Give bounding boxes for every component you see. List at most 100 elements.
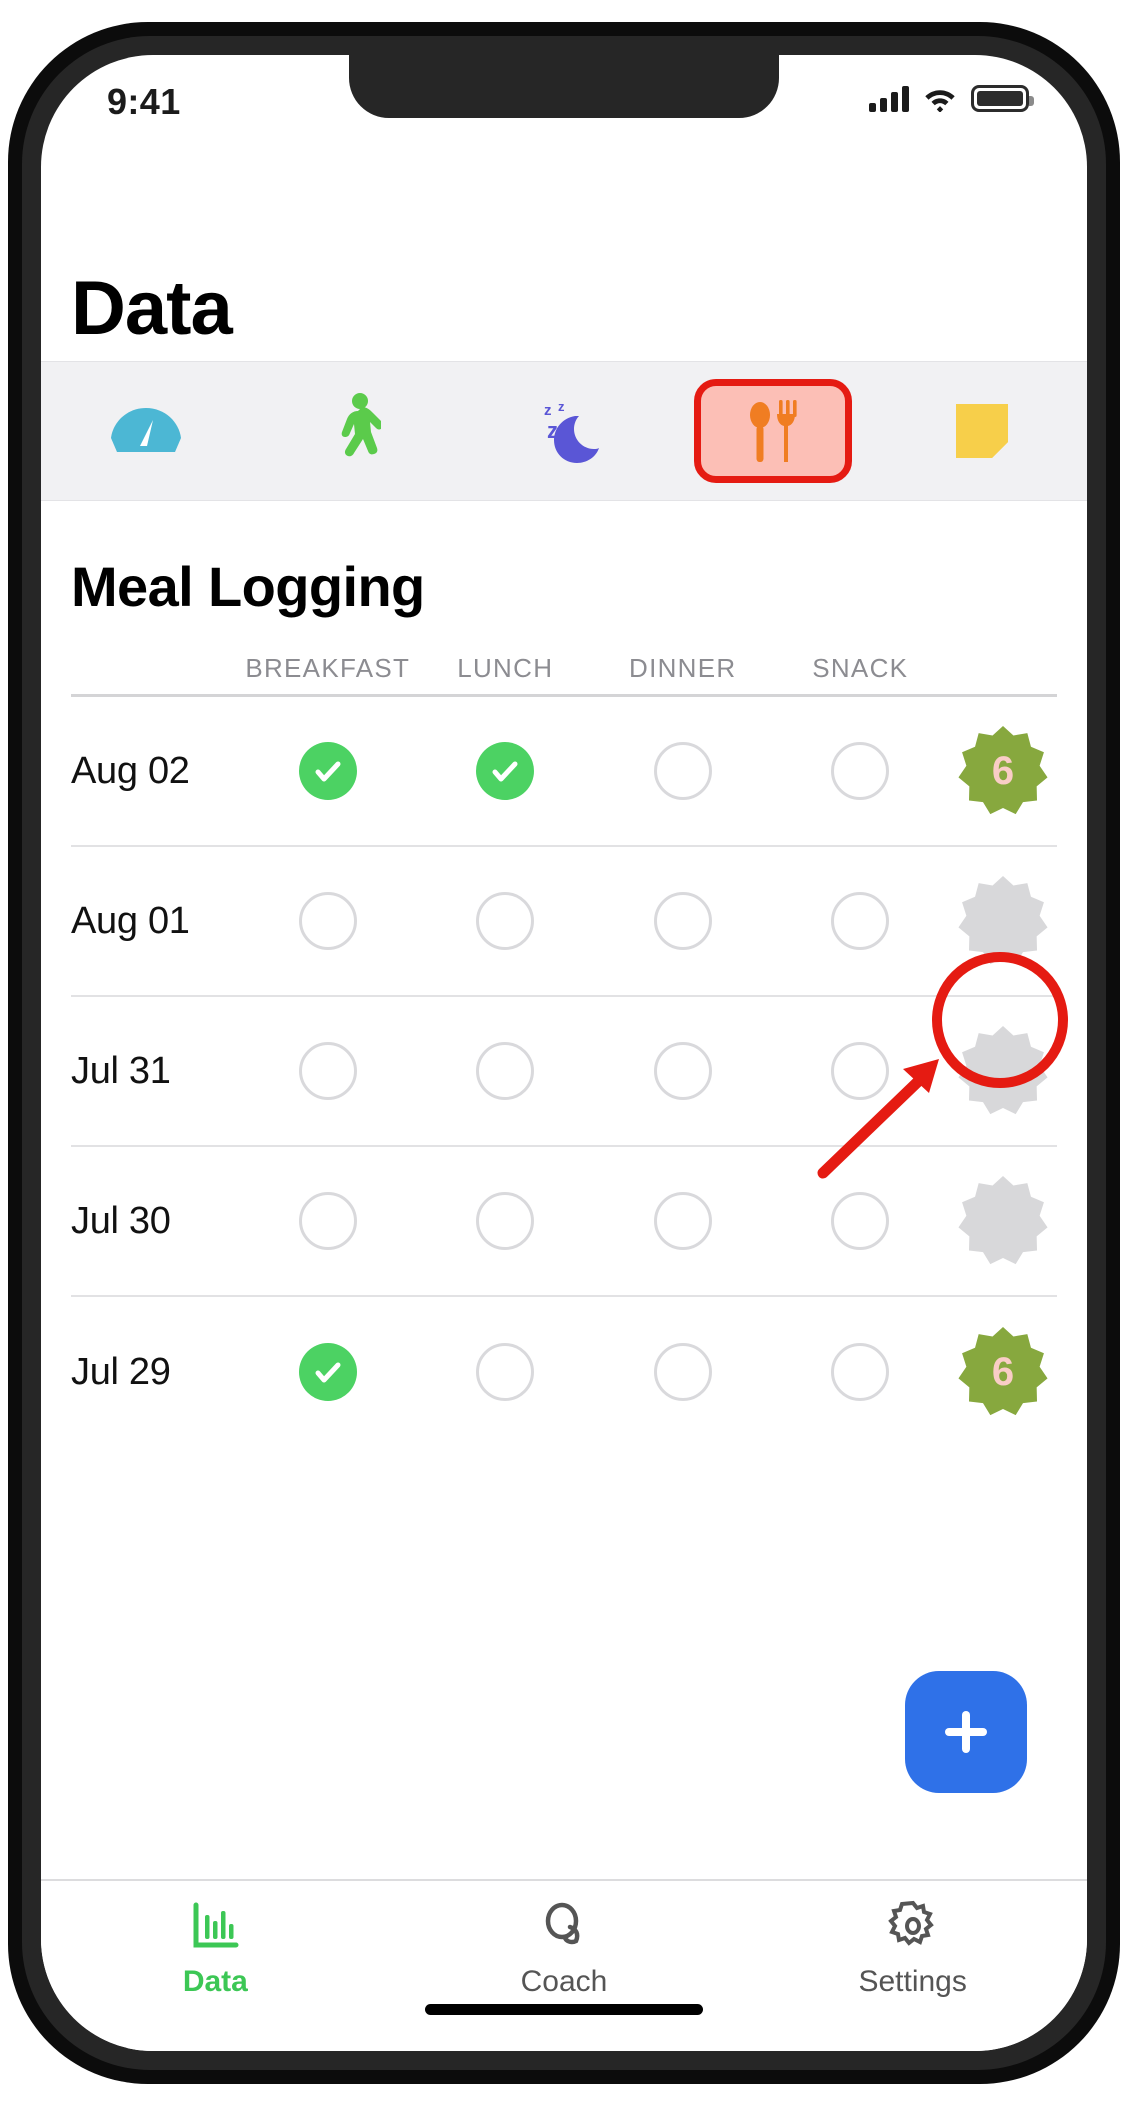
category-tab-notes[interactable] xyxy=(878,362,1087,500)
sticky-note-icon xyxy=(956,404,1009,458)
score-cell[interactable]: 6 xyxy=(949,726,1057,816)
category-tab-steps[interactable] xyxy=(250,362,459,500)
row-date: Jul 29 xyxy=(71,1350,171,1393)
meal-cell-snack[interactable] xyxy=(772,892,950,950)
meal-cell-snack[interactable] xyxy=(772,1192,950,1250)
empty-circle-icon xyxy=(653,892,712,950)
bottom-tab-coach-label: Coach xyxy=(520,1965,608,1998)
phone-screen: 9:41 Data z z z Meal Logging BREAKFAST L… xyxy=(41,55,1087,2051)
empty-circle-icon xyxy=(298,892,357,950)
meal-cell-snack[interactable] xyxy=(772,742,950,800)
empty-circle-icon xyxy=(653,1192,712,1250)
empty-circle-icon xyxy=(831,1042,890,1100)
row-date: Jul 30 xyxy=(71,1199,171,1242)
meal-log-table: BREAKFAST LUNCH DINNER SNACK Aug 02 6 Aug … xyxy=(71,653,1057,1447)
empty-circle-icon xyxy=(476,892,535,950)
score-badge: 6 xyxy=(958,726,1048,816)
score-badge: 6 xyxy=(958,1327,1048,1417)
screenshot-stage: 9:41 Data z z z Meal Logging BREAKFAST L… xyxy=(0,0,1128,2102)
meal-cell-snack[interactable] xyxy=(772,1343,950,1401)
score-badge xyxy=(958,876,1048,966)
meal-cell-lunch[interactable] xyxy=(417,1042,595,1100)
score-cell[interactable] xyxy=(949,1026,1057,1116)
wifi-icon xyxy=(925,90,955,112)
score-badge-value: 6 xyxy=(991,748,1015,793)
meal-cell-lunch[interactable] xyxy=(417,892,595,950)
category-tab-strip: z z z xyxy=(41,361,1087,501)
home-indicator xyxy=(425,2004,703,2015)
walking-person-icon xyxy=(341,393,381,457)
bottom-tab-data[interactable]: Data xyxy=(41,1899,390,1999)
column-header-snack: SNACK xyxy=(812,653,909,683)
category-tab-steps-box xyxy=(276,379,434,483)
checked-circle-icon xyxy=(298,1343,357,1401)
checked-circle-icon xyxy=(476,742,535,800)
table-row[interactable]: Aug 01 xyxy=(71,847,1057,997)
score-cell[interactable] xyxy=(949,1176,1057,1266)
score-cell[interactable] xyxy=(949,876,1057,966)
meal-cell-dinner[interactable] xyxy=(594,742,772,800)
empty-circle-icon xyxy=(831,892,890,950)
meal-cell-dinner[interactable] xyxy=(594,1042,772,1100)
meal-cell-breakfast[interactable] xyxy=(239,892,417,950)
row-date: Aug 01 xyxy=(71,899,190,942)
svg-text:z: z xyxy=(547,418,558,443)
empty-circle-icon xyxy=(653,1042,712,1100)
add-entry-fab[interactable] xyxy=(905,1671,1027,1793)
column-header-breakfast: BREAKFAST xyxy=(245,653,411,683)
table-row[interactable]: Jul 31 xyxy=(71,997,1057,1147)
bottom-tab-bar: Data Coach Settings xyxy=(41,1879,1087,2051)
category-tab-weight-box xyxy=(67,379,225,483)
meal-cell-lunch[interactable] xyxy=(417,1192,595,1250)
meal-cell-breakfast[interactable] xyxy=(239,742,417,800)
meal-cell-dinner[interactable] xyxy=(594,1192,772,1250)
page-title: Data xyxy=(71,266,233,351)
category-tab-weight[interactable] xyxy=(41,362,250,500)
meal-cell-breakfast[interactable] xyxy=(239,1192,417,1250)
score-cell[interactable]: 6 xyxy=(949,1327,1057,1417)
scale-gauge-icon xyxy=(110,408,181,452)
empty-circle-icon xyxy=(831,1192,890,1250)
svg-text:z: z xyxy=(544,402,552,419)
empty-circle-icon xyxy=(476,1042,535,1100)
table-row[interactable]: Aug 02 6 xyxy=(71,697,1057,847)
score-badge xyxy=(958,1176,1048,1266)
meal-cell-breakfast[interactable] xyxy=(239,1042,417,1100)
table-header-row: BREAKFAST LUNCH DINNER SNACK xyxy=(71,653,1057,697)
bottom-tab-coach[interactable]: Coach xyxy=(390,1899,739,1999)
category-tab-sleep[interactable]: z z z xyxy=(459,362,668,500)
category-tab-meals-box xyxy=(694,379,853,483)
empty-circle-icon xyxy=(298,1042,357,1100)
table-row[interactable]: Jul 30 xyxy=(71,1147,1057,1297)
chat-bubble-icon xyxy=(545,1902,580,1945)
row-date: Aug 02 xyxy=(71,749,190,792)
column-header-dinner: DINNER xyxy=(629,653,737,683)
category-tab-meals[interactable] xyxy=(669,362,878,500)
bottom-tab-settings[interactable]: Settings xyxy=(738,1899,1087,1999)
empty-circle-icon xyxy=(298,1192,357,1250)
table-row[interactable]: Jul 29 6 xyxy=(71,1297,1057,1447)
bar-chart-icon xyxy=(193,1902,239,1948)
device-notch xyxy=(349,55,779,118)
meal-cell-lunch[interactable] xyxy=(417,1343,595,1401)
meal-cell-snack[interactable] xyxy=(772,1042,950,1100)
meal-cell-lunch[interactable] xyxy=(417,742,595,800)
row-date: Jul 31 xyxy=(71,1049,171,1092)
empty-circle-icon xyxy=(653,742,712,800)
status-bar-time: 9:41 xyxy=(107,81,181,122)
battery-icon xyxy=(971,85,1034,112)
meal-cell-breakfast[interactable] xyxy=(239,1343,417,1401)
table-body: Aug 02 6 Aug 01 Jul 31 Jul 30 Jul 29 6 xyxy=(71,697,1057,1447)
bottom-tab-settings-label: Settings xyxy=(858,1965,967,1998)
meal-cell-dinner[interactable] xyxy=(594,1343,772,1401)
empty-circle-icon xyxy=(831,742,890,800)
column-header-lunch: LUNCH xyxy=(457,653,554,683)
empty-circle-icon xyxy=(476,1343,535,1401)
meal-cell-dinner[interactable] xyxy=(594,892,772,950)
svg-text:z: z xyxy=(558,399,565,414)
category-tab-sleep-box: z z z xyxy=(485,379,643,483)
section-title: Meal Logging xyxy=(71,555,425,618)
bottom-tab-data-label: Data xyxy=(182,1965,248,1998)
empty-circle-icon xyxy=(476,1192,535,1250)
sleep-moon-icon: z z z xyxy=(544,399,599,463)
